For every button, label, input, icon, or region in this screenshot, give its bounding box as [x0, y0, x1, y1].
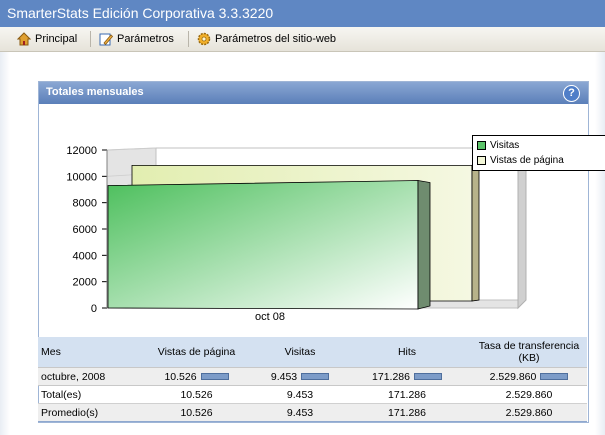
visits-cell: 9.453 [257, 367, 343, 386]
toolbar-site-settings-label: Parámetros del sitio-web [215, 33, 337, 45]
panel-title: Totales mensuales [46, 86, 144, 98]
title-bar: SmarterStats Edición Corporativa 3.3.322… [0, 0, 605, 27]
column-header: Hits [343, 337, 471, 368]
pageviews-cell: 10.526 [136, 403, 257, 422]
y-tick-label: 0 [91, 303, 97, 315]
bar-vistas-de-pagina-side [471, 164, 480, 302]
edit-settings-icon [99, 33, 113, 46]
table-header-row: Mes Vistas de página Visitas Hits Tasa d… [38, 337, 587, 368]
transfer-cell: 2.529.860 [471, 403, 587, 422]
visits-cell: 9.453 [257, 385, 343, 404]
column-header-line: Tasa de transferencia [478, 340, 580, 352]
row-label: Promedio(s) [38, 403, 136, 422]
cell-value: 171.286 [372, 370, 410, 383]
y-tick-label: 10000 [66, 171, 97, 183]
legend-label: Vistas de página [490, 155, 564, 166]
value-bar [301, 373, 330, 381]
legend-item-vistas: Vistas de página [477, 155, 564, 166]
chart-y-axis: 12000 10000 8000 6000 4000 2000 0 [66, 145, 108, 315]
chart-legend: Visitas Vistas de página [472, 135, 605, 171]
help-icon[interactable]: ? [563, 85, 580, 102]
x-tick-label: oct 08 [255, 311, 285, 323]
monthly-totals-table: Mes Vistas de página Visitas Hits Tasa d… [38, 337, 587, 422]
value-bar [540, 373, 569, 381]
y-tick-label: 6000 [73, 224, 97, 236]
hits-cell: 171.286 [343, 385, 471, 404]
legend-swatch [477, 156, 486, 165]
chart-bars [107, 164, 480, 310]
toolbar-parametros-label: Parámetros [117, 33, 174, 45]
column-header: Vistas de página [136, 337, 257, 368]
y-tick-label: 12000 [66, 145, 97, 157]
table-row: octubre, 2008 10.526 9.453 171.286 2.529… [38, 367, 587, 386]
toolbar-principal-label: Principal [35, 33, 78, 45]
row-label: octubre, 2008 [38, 367, 136, 386]
value-bar [413, 373, 442, 381]
y-tick-label: 8000 [73, 198, 97, 210]
pageviews-cell: 10.526 [136, 385, 257, 404]
toolbar: Principal Parámetros Parámetros del siti… [0, 27, 605, 52]
column-header: Tasa de transferencia (KB) [471, 337, 587, 368]
toolbar-principal-button[interactable]: Principal [17, 31, 77, 47]
transfer-cell: 2.529.860 [471, 367, 587, 386]
cell-value: 10.526 [164, 370, 197, 383]
cell-value: 2.529.860 [489, 370, 537, 383]
hits-cell: 171.286 [343, 403, 471, 422]
y-tick-label: 2000 [73, 277, 97, 289]
toolbar-separator [90, 31, 91, 47]
y-tick-label: 4000 [73, 250, 97, 262]
window-title: SmarterStats Edición Corporativa 3.3.322… [7, 5, 274, 21]
column-header: Mes [38, 337, 136, 368]
legend-label: Visitas [490, 140, 520, 151]
chart-x-axis: oct 08 [255, 311, 285, 323]
value-bar [200, 373, 229, 381]
table-row: Promedio(s) 10.526 9.453 171.286 2.529.8… [38, 403, 587, 422]
bar-visitas [107, 180, 419, 310]
toolbar-site-settings-button[interactable]: Parámetros del sitio-web [197, 31, 336, 47]
hits-cell: 171.286 [343, 367, 471, 386]
toolbar-separator [188, 31, 189, 47]
column-header: Visitas [257, 337, 343, 368]
toolbar-parametros-button[interactable]: Parámetros [99, 31, 174, 47]
chart: 12000 10000 8000 6000 4000 2000 0 oct 08 Visit… [39, 104, 605, 337]
table-row: Total(es) 10.526 9.453 171.286 2.529.860 [38, 385, 587, 404]
pageviews-cell: 10.526 [136, 367, 257, 386]
cell-value: 9.453 [270, 370, 298, 383]
legend-swatch [477, 141, 486, 150]
gear-icon [197, 32, 211, 46]
column-header-line: (KB) [518, 352, 540, 364]
panel-header: Totales mensuales ? [39, 82, 588, 104]
transfer-cell: 2.529.860 [471, 385, 587, 404]
row-label: Total(es) [38, 385, 136, 404]
home-icon [17, 32, 31, 46]
bar-visitas-side [417, 180, 431, 310]
legend-item-visitas: Visitas [477, 140, 519, 151]
visits-cell: 9.453 [257, 403, 343, 422]
